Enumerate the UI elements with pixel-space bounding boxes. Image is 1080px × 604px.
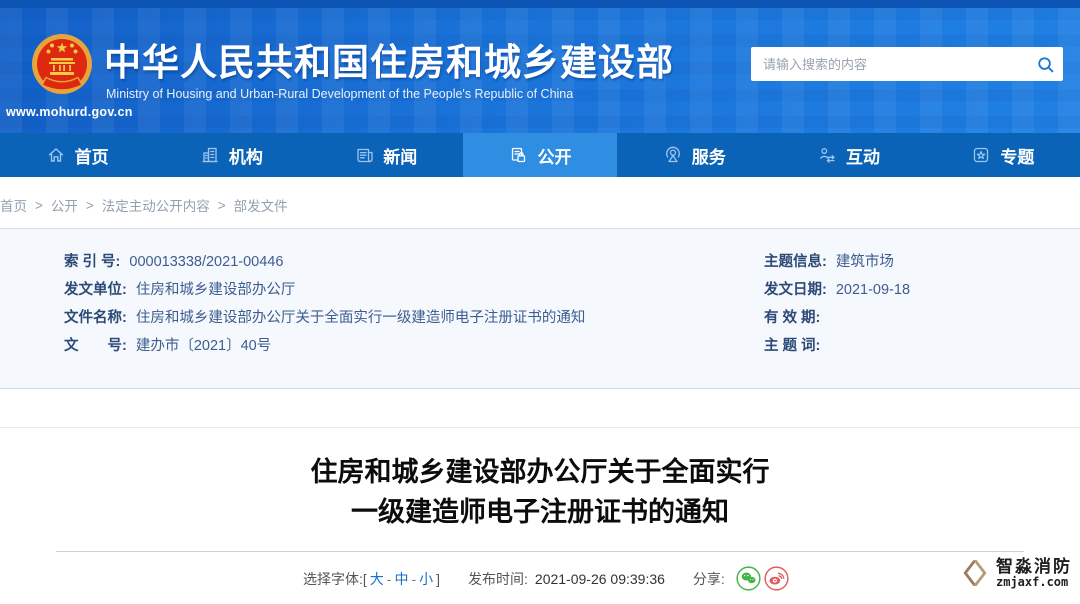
nav-item-topics[interactable]: 专题 bbox=[926, 133, 1080, 177]
metadata-label: 文件名称: bbox=[64, 311, 127, 326]
watermark-logo-icon bbox=[958, 556, 992, 590]
nav-item-interact[interactable]: 互动 bbox=[771, 133, 925, 177]
breadcrumb-separator: > bbox=[86, 198, 94, 213]
bracket-open: [ bbox=[363, 571, 367, 587]
bracket-close: ] bbox=[436, 571, 440, 587]
font-size-separator: - bbox=[411, 571, 416, 587]
metadata-row-keywords: 主 题 词: bbox=[764, 339, 1064, 354]
metadata-label: 索 引 号: bbox=[64, 255, 120, 270]
metadata-label: 发文单位: bbox=[64, 283, 127, 298]
service-person-icon bbox=[663, 145, 683, 165]
nav-item-news[interactable]: 新闻 bbox=[309, 133, 463, 177]
nav-item-open[interactable]: 公开 bbox=[463, 133, 617, 177]
nav-item-label: 服务 bbox=[692, 143, 726, 168]
nav-item-org[interactable]: 机构 bbox=[154, 133, 308, 177]
breadcrumb-item-home[interactable]: 首页 bbox=[0, 195, 27, 215]
nav-item-label: 互动 bbox=[846, 143, 880, 168]
nav-item-home[interactable]: 首页 bbox=[0, 133, 154, 177]
metadata-label: 发文日期: bbox=[764, 283, 827, 298]
watermark-name: 智淼消防 bbox=[996, 557, 1072, 576]
search-icon bbox=[1036, 55, 1055, 74]
metadata-row-file-name: 文件名称: 住房和城乡建设部办公厅关于全面实行一级建造师电子注册证书的通知 bbox=[64, 311, 734, 326]
breadcrumb: 首页 > 公开 > 法定主动公开内容 > 部发文件 bbox=[0, 195, 288, 215]
watermark-url: zmjaxf.com bbox=[996, 576, 1072, 589]
metadata-label: 文 号: bbox=[64, 339, 127, 354]
search-button[interactable] bbox=[1027, 47, 1063, 81]
toolbar-divider bbox=[56, 551, 1024, 552]
metadata-value: 建办市〔2021〕40号 bbox=[136, 339, 271, 354]
metadata-value: 住房和城乡建设部办公厅关于全面实行一级建造师电子注册证书的通知 bbox=[136, 311, 586, 326]
document-metadata-panel: 索 引 号: 000013338/2021-00446 发文单位: 住房和城乡建… bbox=[0, 228, 1080, 389]
font-select-label: 选择字体: bbox=[303, 569, 363, 589]
breadcrumb-item-statutory[interactable]: 法定主动公开内容 bbox=[102, 195, 210, 215]
metadata-left-column: 索 引 号: 000013338/2021-00446 发文单位: 住房和城乡建… bbox=[64, 255, 734, 367]
font-size-large-link[interactable]: 大 bbox=[370, 569, 384, 589]
metadata-value: 000013338/2021-00446 bbox=[129, 255, 283, 270]
building-icon bbox=[200, 145, 220, 165]
breadcrumb-item-open[interactable]: 公开 bbox=[51, 195, 78, 215]
metadata-row-doc-number: 文 号: 建办市〔2021〕40号 bbox=[64, 339, 734, 354]
font-size-small-link[interactable]: 小 bbox=[419, 569, 433, 589]
article-title-line2: 一级建造师电子注册证书的通知 bbox=[0, 492, 1080, 532]
metadata-value: 住房和城乡建设部办公厅 bbox=[136, 283, 296, 298]
article-toolbar: 选择字体: [ 大 - 中 - 小 ] 发布时间: 2021-09-26 09:… bbox=[303, 566, 789, 591]
breadcrumb-separator: > bbox=[35, 198, 43, 213]
metadata-row-issuing-unit: 发文单位: 住房和城乡建设部办公厅 bbox=[64, 283, 734, 298]
site-title-chinese: 中华人民共和国住房和城乡建设部 bbox=[104, 32, 674, 86]
nav-item-label: 新闻 bbox=[383, 143, 417, 168]
metadata-row-issue-date: 发文日期: 2021-09-18 bbox=[764, 283, 1064, 298]
wechat-share-icon[interactable] bbox=[736, 566, 761, 591]
main-nav: 首页 机构 新闻 公开 服务 bbox=[0, 133, 1080, 177]
header-top-strip bbox=[0, 0, 1080, 8]
search-input[interactable] bbox=[751, 57, 1027, 72]
metadata-row-topic-info: 主题信息: 建筑市场 bbox=[764, 255, 1064, 270]
star-box-icon bbox=[971, 145, 991, 165]
nav-item-label: 首页 bbox=[75, 143, 109, 168]
site-title-english: Ministry of Housing and Urban-Rural Deve… bbox=[106, 87, 573, 101]
document-lock-icon bbox=[508, 145, 528, 165]
breadcrumb-separator: > bbox=[218, 198, 226, 213]
national-emblem-icon bbox=[26, 30, 98, 102]
site-watermark: 智淼消防 zmjaxf.com bbox=[958, 556, 1072, 590]
publish-time-label: 发布时间: bbox=[468, 569, 528, 589]
nav-item-label: 公开 bbox=[537, 143, 571, 168]
metadata-value: 建筑市场 bbox=[836, 255, 894, 270]
site-url: www.mohurd.gov.cn bbox=[6, 105, 133, 119]
article-title-line1: 住房和城乡建设部办公厅关于全面实行 bbox=[0, 452, 1080, 492]
nav-item-service[interactable]: 服务 bbox=[617, 133, 771, 177]
watermark-text: 智淼消防 zmjaxf.com bbox=[996, 557, 1072, 589]
nav-item-label: 机构 bbox=[229, 143, 263, 168]
font-size-medium-link[interactable]: 中 bbox=[394, 569, 408, 589]
content-divider bbox=[0, 427, 1080, 428]
weibo-share-icon[interactable] bbox=[764, 566, 789, 591]
newspaper-icon bbox=[354, 145, 374, 165]
metadata-label: 有 效 期: bbox=[764, 311, 820, 326]
interaction-arrows-icon bbox=[817, 145, 837, 165]
metadata-right-column: 主题信息: 建筑市场 发文日期: 2021-09-18 有 效 期: 主 题 词… bbox=[764, 255, 1064, 367]
share-label: 分享: bbox=[693, 569, 725, 589]
metadata-label: 主题信息: bbox=[764, 255, 827, 270]
metadata-value: 2021-09-18 bbox=[836, 283, 910, 298]
metadata-row-index-number: 索 引 号: 000013338/2021-00446 bbox=[64, 255, 734, 270]
site-header: www.mohurd.gov.cn 中华人民共和国住房和城乡建设部 Minist… bbox=[0, 0, 1080, 133]
site-banner: www.mohurd.gov.cn 中华人民共和国住房和城乡建设部 Minist… bbox=[0, 8, 1080, 133]
nav-item-label: 专题 bbox=[1000, 143, 1034, 168]
article-title: 住房和城乡建设部办公厅关于全面实行 一级建造师电子注册证书的通知 bbox=[0, 452, 1080, 532]
search-box bbox=[751, 47, 1063, 81]
breadcrumb-item-documents[interactable]: 部发文件 bbox=[234, 195, 288, 215]
metadata-label: 主 题 词: bbox=[764, 339, 820, 354]
home-icon bbox=[46, 145, 66, 165]
publish-time-value: 2021-09-26 09:39:36 bbox=[535, 571, 665, 587]
font-size-separator: - bbox=[387, 571, 392, 587]
metadata-row-validity: 有 效 期: bbox=[764, 311, 1064, 326]
